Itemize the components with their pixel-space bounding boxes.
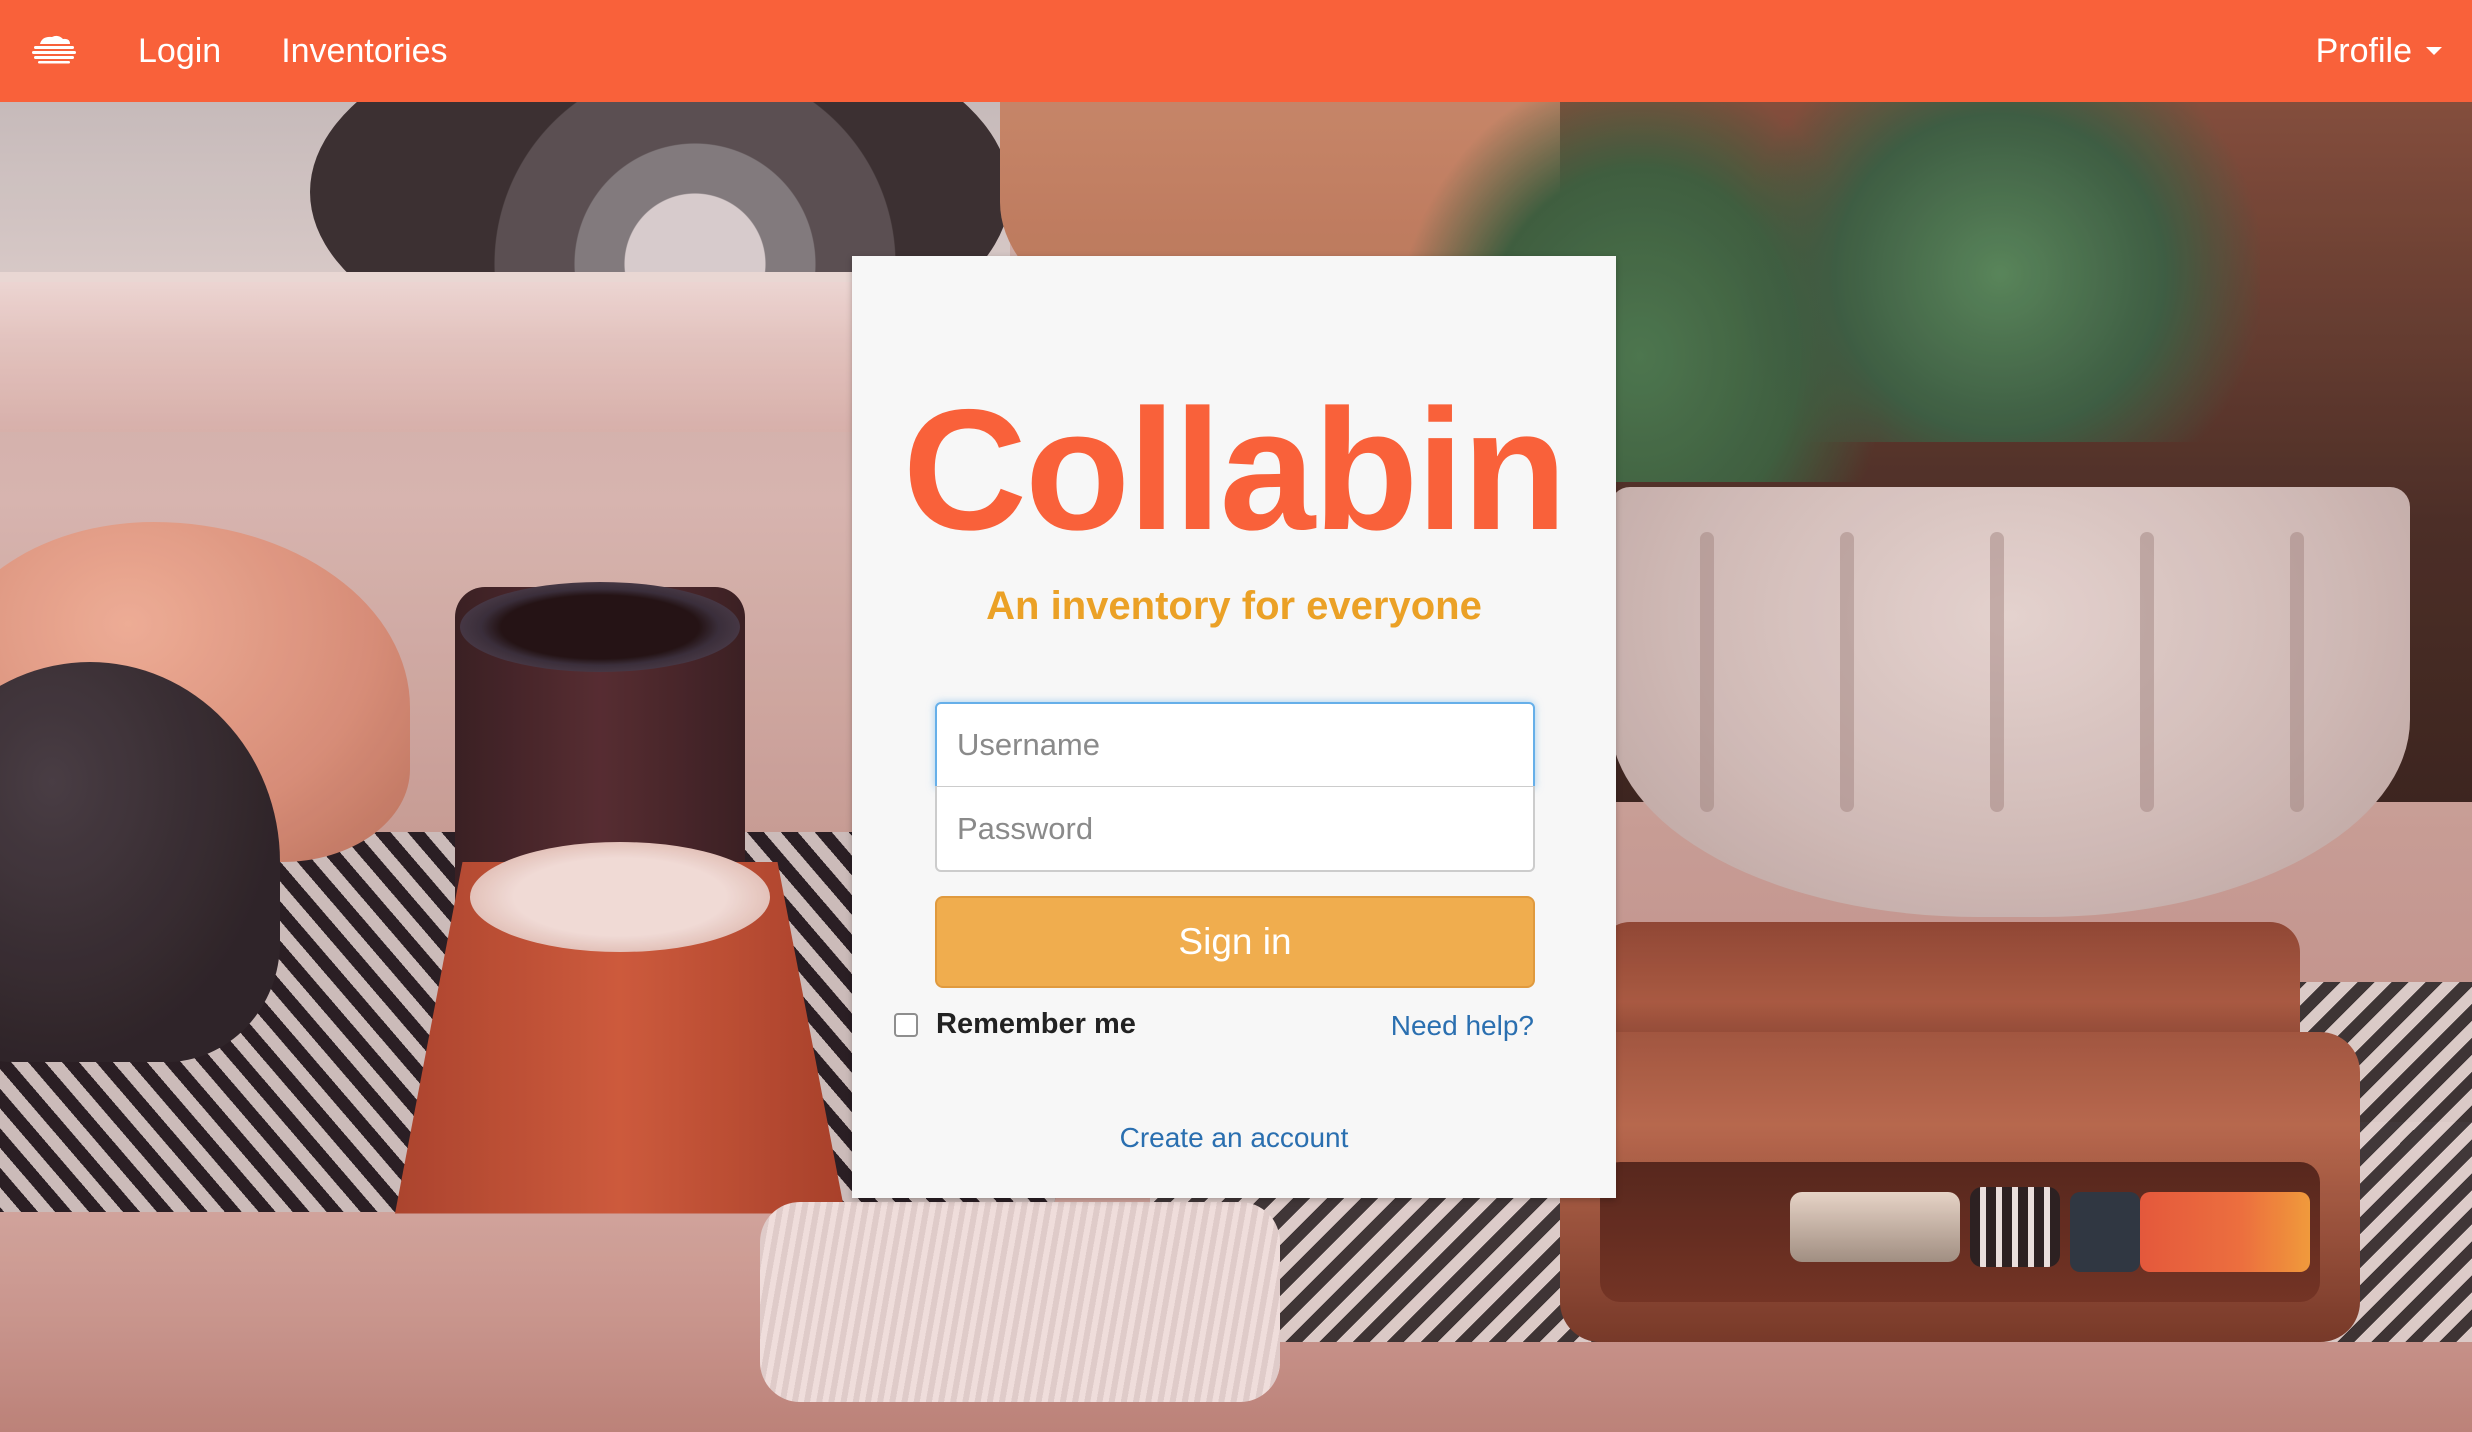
- remember-me-checkbox[interactable]: [894, 1012, 918, 1037]
- profile-dropdown[interactable]: Profile: [2316, 0, 2472, 102]
- username-input[interactable]: [935, 702, 1535, 788]
- remember-me-label: Remember me: [936, 1008, 1136, 1040]
- app-title: Collabin: [902, 374, 1567, 566]
- brand-logo[interactable]: [0, 0, 108, 102]
- create-account-link[interactable]: Create an account: [852, 1122, 1616, 1154]
- need-help-link[interactable]: Need help?: [1391, 1010, 1534, 1042]
- top-navbar: Login Inventories Profile: [0, 0, 2472, 102]
- cloud-stack-icon: [30, 34, 78, 69]
- app-tagline: An inventory for everyone: [986, 584, 1482, 628]
- nav-login-link[interactable]: Login: [108, 0, 251, 102]
- nav-inventories-link[interactable]: Inventories: [251, 0, 477, 102]
- login-card: Collabin An inventory for everyone Sign …: [852, 256, 1616, 1198]
- caret-down-icon: [2426, 47, 2442, 55]
- remember-me[interactable]: Remember me: [894, 1008, 1136, 1041]
- sign-in-button[interactable]: Sign in: [935, 896, 1535, 988]
- profile-label: Profile: [2315, 31, 2412, 70]
- password-input[interactable]: [935, 786, 1535, 872]
